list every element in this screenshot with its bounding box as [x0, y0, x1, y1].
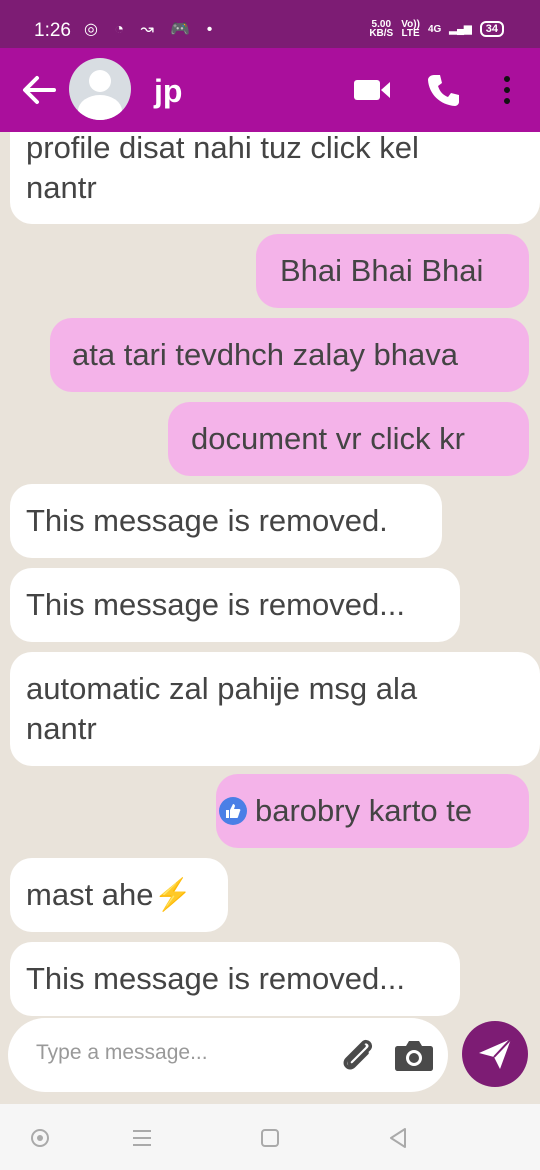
send-icon [479, 1038, 512, 1069]
message-line: nantr [26, 170, 97, 205]
back-nav-icon[interactable] [386, 1126, 410, 1150]
message-bubble-incoming[interactable]: This message is removed. [10, 484, 442, 558]
avatar-body [78, 95, 122, 120]
contact-name[interactable]: jp [154, 73, 182, 110]
message-bubble-incoming[interactable]: This message is removed... [10, 568, 460, 642]
message-bubble-incoming[interactable]: profile disat nahi tuz click kel nantr [10, 132, 540, 224]
message-line: This message is removed. [26, 503, 388, 538]
attachment-icon[interactable] [338, 1036, 378, 1076]
message-line: nantr [26, 711, 97, 746]
send-button[interactable] [462, 1021, 528, 1087]
message-bubble-incoming[interactable]: automatic zal pahije msg ala nantr [10, 652, 540, 766]
message-line: ata tari tevdhch zalay bhava [72, 337, 459, 372]
status-indicators: 5.00 KB/S Vo)) LTE 4G ▂▄▆ 34 [369, 19, 504, 39]
message-line: barobry karto te [255, 793, 473, 828]
chat-header: jp [0, 48, 540, 132]
like-icon [219, 797, 247, 825]
message-composer [8, 1018, 448, 1092]
message-line: profile disat nahi tuz click kel [26, 132, 419, 165]
back-arrow-icon[interactable] [22, 75, 56, 105]
volte-indicator: Vo)) LTE [401, 19, 420, 39]
status-bar: 1:26 ◎ ◔ ↝ 🎮 • 5.00 KB/S Vo)) LTE 4G ▂▄▆… [0, 0, 540, 48]
system-navigation-bar [0, 1104, 540, 1170]
message-bubble-incoming[interactable]: mast ahe⚡ [10, 858, 228, 932]
message-bubble-incoming[interactable]: This message is removed... [10, 942, 460, 1016]
status-time: 1:26 [34, 20, 71, 41]
assistant-nav-icon[interactable] [28, 1126, 52, 1150]
message-list[interactable]: profile disat nahi tuz click kel nantr B… [0, 132, 540, 1019]
phone-call-icon[interactable] [427, 73, 461, 107]
message-bubble-outgoing[interactable]: document vr click kr [168, 402, 529, 476]
notification-icons: ◎ ◔ ↝ 🎮 • [84, 21, 219, 38]
message-line: automatic zal pahije msg ala [26, 671, 418, 706]
signal-indicator: 4G [427, 23, 442, 35]
battery-indicator: 34 [479, 21, 504, 37]
message-line: mast ahe [26, 877, 154, 912]
message-bubble-outgoing[interactable]: Bhai Bhai Bhai [256, 234, 529, 308]
video-call-icon[interactable] [353, 78, 391, 102]
avatar[interactable] [69, 58, 131, 120]
message-bubble-outgoing[interactable]: barobry karto te [216, 774, 529, 848]
home-nav-icon[interactable] [258, 1126, 282, 1150]
message-input[interactable] [34, 1040, 328, 1066]
lightning-emoji: ⚡ [153, 877, 193, 912]
avatar-head [89, 70, 111, 92]
camera-icon[interactable] [394, 1038, 434, 1072]
message-line: Bhai Bhai Bhai [280, 253, 484, 288]
network-speed: 5.00 KB/S [369, 19, 394, 39]
message-line: document vr click kr [191, 421, 465, 456]
more-options-icon[interactable] [500, 75, 514, 105]
menu-nav-icon[interactable] [130, 1126, 154, 1150]
message-bubble-outgoing[interactable]: ata tari tevdhch zalay bhava [50, 318, 529, 392]
signal-bars-icon: ▂▄▆ [449, 23, 472, 35]
message-line: This message is removed... [26, 961, 406, 996]
message-line: This message is removed... [26, 587, 406, 622]
